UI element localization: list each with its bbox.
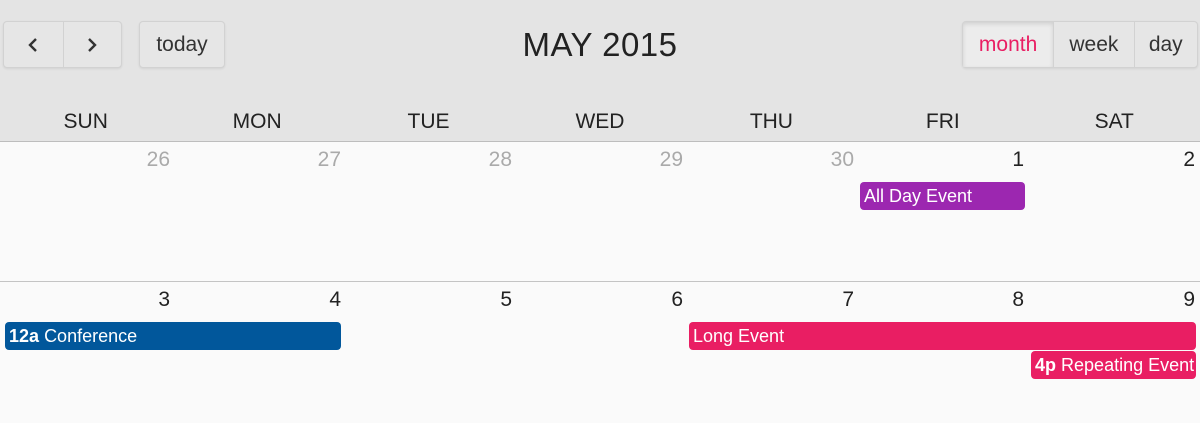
day-header-wed: WED (575, 110, 625, 133)
day-number[interactable]: 30 (814, 148, 854, 172)
day-header-sun: SUN (63, 110, 108, 133)
event-conference[interactable]: 12a Conference (5, 322, 341, 350)
day-view-button[interactable]: day (1133, 22, 1197, 67)
day-number[interactable]: 5 (472, 288, 512, 312)
day-header-thu: THU (749, 110, 793, 133)
month-view-button[interactable]: month (963, 22, 1054, 67)
day-number[interactable]: 1 (984, 148, 1024, 172)
day-header-fri: FRI (925, 110, 960, 133)
day-header-mon: MON (232, 110, 282, 133)
month-grid: 26 27 28 29 30 1 2 All Day Event 3 4 5 6… (0, 142, 1200, 423)
day-number[interactable]: 29 (643, 148, 683, 172)
event-long-event[interactable]: Long Event (689, 322, 1196, 350)
week-view-button[interactable]: week (1053, 22, 1133, 67)
event-time: 12a (9, 326, 40, 346)
day-number[interactable]: 8 (984, 288, 1024, 312)
week-row: 3 4 5 6 7 8 9 12a Conference Long Event … (0, 282, 1200, 423)
event-time: 4p (1035, 355, 1057, 375)
day-number[interactable]: 27 (301, 148, 341, 172)
day-number[interactable]: 3 (130, 288, 170, 312)
day-header-tue: TUE (407, 110, 450, 133)
event-title: Long Event (693, 326, 785, 346)
view-button-group: month week day (962, 21, 1198, 68)
event-title: Conference (44, 326, 138, 346)
week-row: 26 27 28 29 30 1 2 All Day Event (0, 142, 1200, 282)
day-of-week-header: SUN MON TUE WED THU FRI SAT (0, 92, 1200, 142)
day-number[interactable]: 28 (472, 148, 512, 172)
event-repeating[interactable]: 4p Repeating Event (1031, 351, 1196, 379)
event-title: Repeating Event (1061, 355, 1195, 375)
day-header-sat: SAT (1094, 110, 1134, 133)
day-number[interactable]: 4 (301, 288, 341, 312)
day-number[interactable]: 6 (643, 288, 683, 312)
day-number[interactable]: 26 (130, 148, 170, 172)
day-number[interactable]: 7 (814, 288, 854, 312)
day-number[interactable]: 9 (1155, 288, 1195, 312)
day-number[interactable]: 2 (1155, 148, 1195, 172)
event-all-day[interactable]: All Day Event (860, 182, 1025, 210)
event-title: All Day Event (864, 186, 973, 206)
calendar-toolbar: today MAY 2015 month week day (0, 0, 1200, 92)
